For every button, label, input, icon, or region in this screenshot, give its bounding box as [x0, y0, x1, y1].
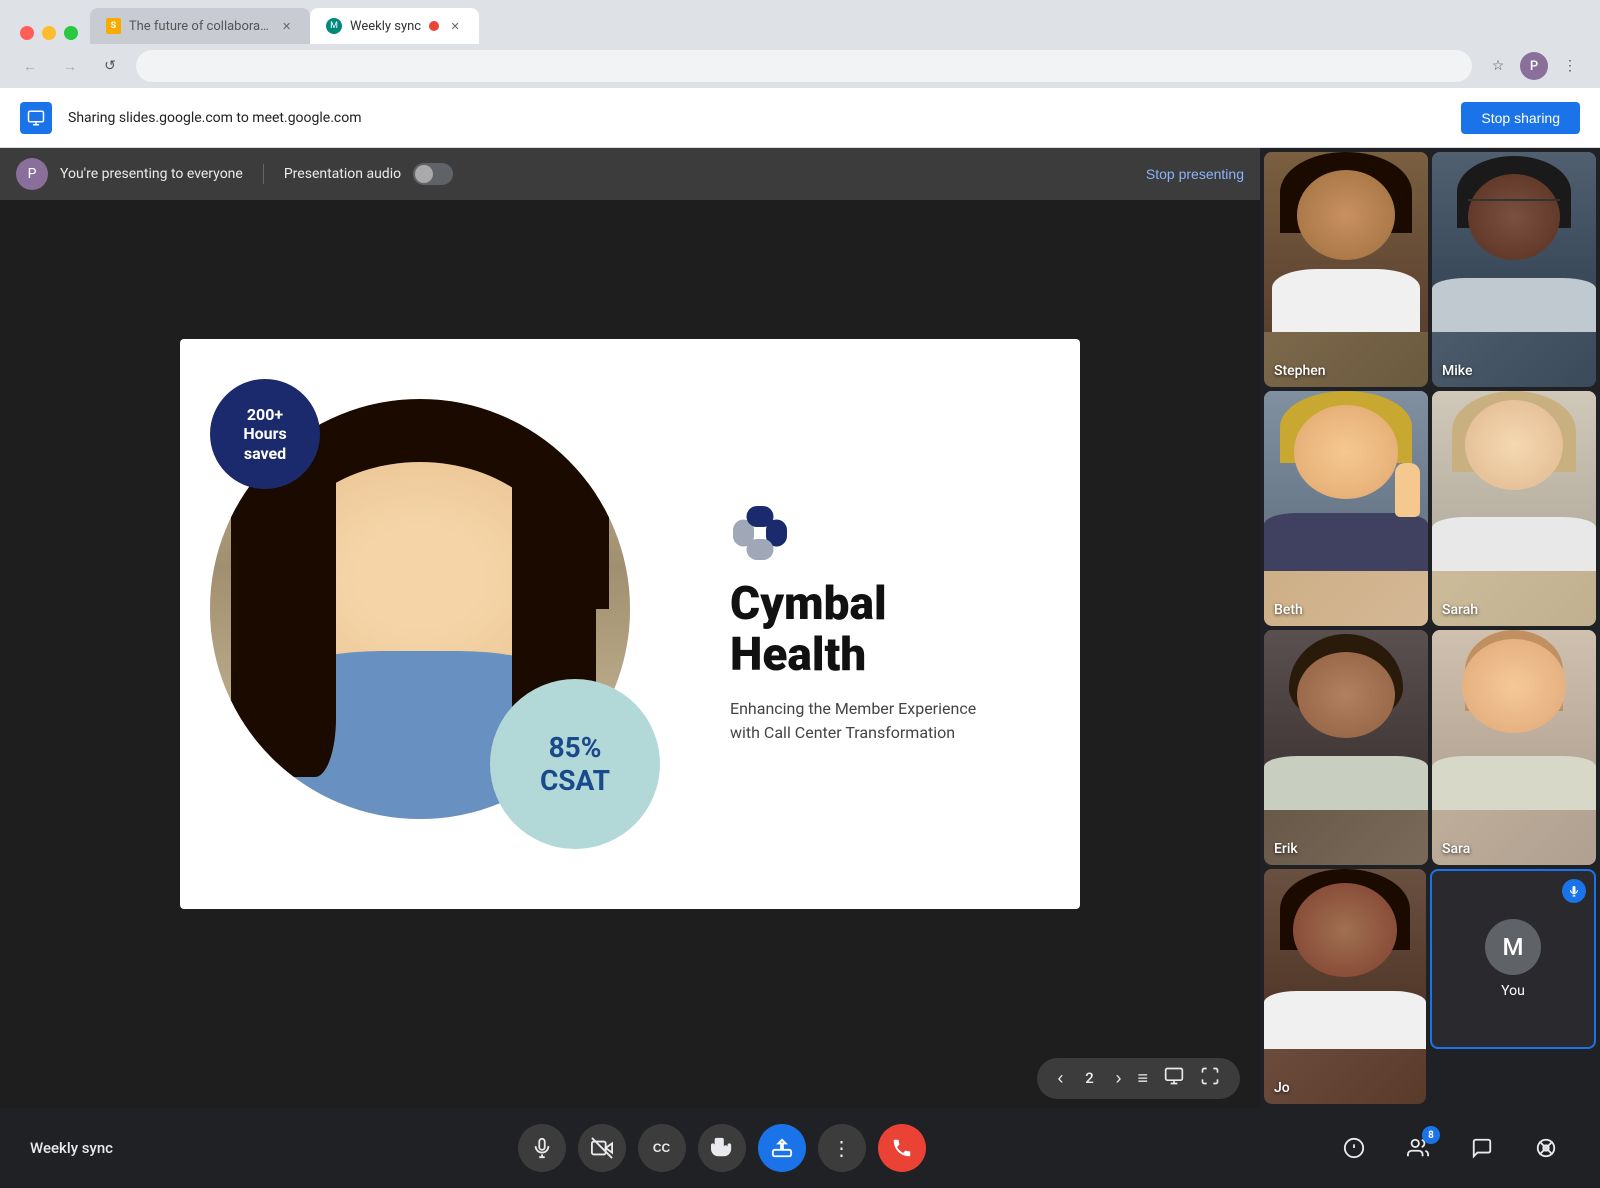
participant-tile-you: M You [1430, 869, 1596, 1049]
audio-toggle[interactable] [413, 163, 453, 185]
slides-tab[interactable]: S The future of collaboration ✕ [90, 8, 310, 44]
participants-sidebar: Stephen Mike [1260, 148, 1600, 1108]
slide-container: 200+ Hours saved 85% CSAT [0, 200, 1260, 1048]
participant-row-0: Stephen Mike [1264, 152, 1596, 387]
present-screen-button[interactable] [758, 1124, 806, 1172]
participant-tile-mike[interactable]: Mike [1432, 152, 1596, 387]
recording-indicator [429, 21, 439, 31]
info-button[interactable] [1330, 1124, 1378, 1172]
slides-tab-close[interactable]: ✕ [279, 18, 294, 34]
minimize-traffic-light[interactable] [42, 26, 56, 40]
share-bar: Sharing slides.google.com to meet.google… [0, 88, 1600, 148]
presenter-text: You're presenting to everyone [60, 166, 243, 182]
address-bar-row: ← → ↺ ☆ P ⋮ [0, 44, 1600, 88]
forward-button[interactable]: → [56, 52, 84, 80]
raise-hand-button[interactable] [698, 1124, 746, 1172]
hours-saved-text: 200+ Hours saved [243, 405, 286, 463]
meet-area: P You're presenting to everyone Presenta… [0, 148, 1600, 1108]
controls-center: CC ⋮ [518, 1124, 926, 1172]
chat-button[interactable] [1458, 1124, 1506, 1172]
controls-right: 8 [1330, 1124, 1570, 1172]
participant-tile-jo[interactable]: Jo [1264, 869, 1426, 1104]
next-slide-button[interactable]: › [1115, 1068, 1121, 1089]
slide-navigation-pill: ‹ 2 › ≡ [1037, 1058, 1240, 1099]
participant-name-stephen: Stephen [1274, 363, 1326, 379]
camera-button[interactable] [578, 1124, 626, 1172]
toggle-thumb [415, 165, 433, 183]
traffic-lights [8, 26, 90, 40]
mic-button[interactable] [518, 1124, 566, 1172]
captions-button[interactable]: CC [638, 1124, 686, 1172]
you-avatar: M [1485, 919, 1541, 975]
tab-bar: S The future of collaboration ✕ M Weekly… [0, 0, 1600, 44]
participant-name-sara: Sara [1442, 841, 1470, 857]
reload-button[interactable]: ↺ [96, 52, 124, 80]
maximize-traffic-light[interactable] [64, 26, 78, 40]
share-icon [20, 102, 52, 134]
participant-name-beth: Beth [1274, 602, 1303, 618]
share-message: Sharing slides.google.com to meet.google… [68, 110, 1445, 126]
brand-name-line1: Cymbal [730, 577, 887, 631]
meeting-name: Weekly sync [30, 1139, 113, 1157]
people-count-badge: 8 [1422, 1126, 1440, 1144]
presenter-bar: P You're presenting to everyone Presenta… [0, 148, 1260, 200]
presenter-avatar: P [16, 158, 48, 190]
menu-icon[interactable]: ⋮ [1556, 52, 1584, 80]
meet-tab-label: Weekly sync [350, 19, 421, 34]
page-number: 2 [1079, 1069, 1099, 1087]
participant-tile-beth[interactable]: Beth [1264, 391, 1428, 626]
cymbal-logo-icon [730, 503, 790, 563]
address-bar-actions: ☆ P ⋮ [1484, 52, 1584, 80]
browser-chrome: S The future of collaboration ✕ M Weekly… [0, 0, 1600, 88]
profile-avatar[interactable]: P [1520, 52, 1548, 80]
slide-right: Cymbal Health Enhancing the Member Exper… [700, 339, 1080, 909]
meet-tab-close[interactable]: ✕ [447, 18, 463, 34]
meet-tab[interactable]: M Weekly sync ✕ [310, 8, 479, 44]
address-bar[interactable] [136, 50, 1472, 82]
presentation-slide: 200+ Hours saved 85% CSAT [180, 339, 1080, 909]
participant-name-jo: Jo [1274, 1080, 1290, 1096]
participant-tile-stephen[interactable]: Stephen [1264, 152, 1428, 387]
participant-name-you: You [1501, 983, 1525, 999]
slides-favicon: S [106, 18, 121, 34]
brand-name-line2: Health [730, 628, 866, 682]
hours-saved-badge: 200+ Hours saved [210, 379, 320, 489]
participant-row-2: Erik Sara [1264, 630, 1596, 865]
bookmark-icon[interactable]: ☆ [1484, 52, 1512, 80]
cymbal-health-title: Cymbal Health [730, 579, 887, 680]
presentation-area: P You're presenting to everyone Presenta… [0, 148, 1260, 1108]
participant-row-3: Jo M You [1264, 869, 1596, 1104]
participant-name-mike: Mike [1442, 363, 1472, 379]
leave-call-button[interactable] [878, 1124, 926, 1172]
presenter-divider [263, 164, 264, 184]
csat-badge: 85% CSAT [490, 679, 660, 849]
stop-presenting-button[interactable]: Stop presenting [1146, 166, 1244, 182]
participant-tile-sara[interactable]: Sara [1432, 630, 1596, 865]
fullscreen-button[interactable] [1200, 1066, 1220, 1091]
stop-sharing-button[interactable]: Stop sharing [1461, 102, 1580, 134]
slide-controls: ‹ 2 › ≡ [0, 1048, 1260, 1108]
audio-label: Presentation audio [284, 166, 401, 182]
prev-slide-button[interactable]: ‹ [1057, 1068, 1063, 1089]
slide-left: 200+ Hours saved 85% CSAT [180, 339, 700, 909]
activities-button[interactable] [1522, 1124, 1570, 1172]
slide-list-button[interactable]: ≡ [1137, 1068, 1148, 1089]
slides-tab-label: The future of collaboration [129, 19, 271, 34]
participant-name-erik: Erik [1274, 841, 1298, 857]
csat-text: 85% CSAT [540, 731, 610, 797]
present-button[interactable] [1164, 1066, 1184, 1091]
back-button[interactable]: ← [16, 52, 44, 80]
participant-tile-sarah[interactable]: Sarah [1432, 391, 1596, 626]
participant-tile-erik[interactable]: Erik [1264, 630, 1428, 865]
participant-row-1: Beth Sarah [1264, 391, 1596, 626]
bottom-bar: Weekly sync CC [0, 1108, 1600, 1188]
speaking-indicator [1562, 879, 1586, 903]
meet-favicon: M [326, 18, 342, 34]
more-options-button[interactable]: ⋮ [818, 1124, 866, 1172]
people-button[interactable]: 8 [1394, 1124, 1442, 1172]
close-traffic-light[interactable] [20, 26, 34, 40]
cymbal-subtitle: Enhancing the Member Experience with Cal… [730, 697, 976, 745]
participant-name-sarah: Sarah [1442, 602, 1478, 618]
